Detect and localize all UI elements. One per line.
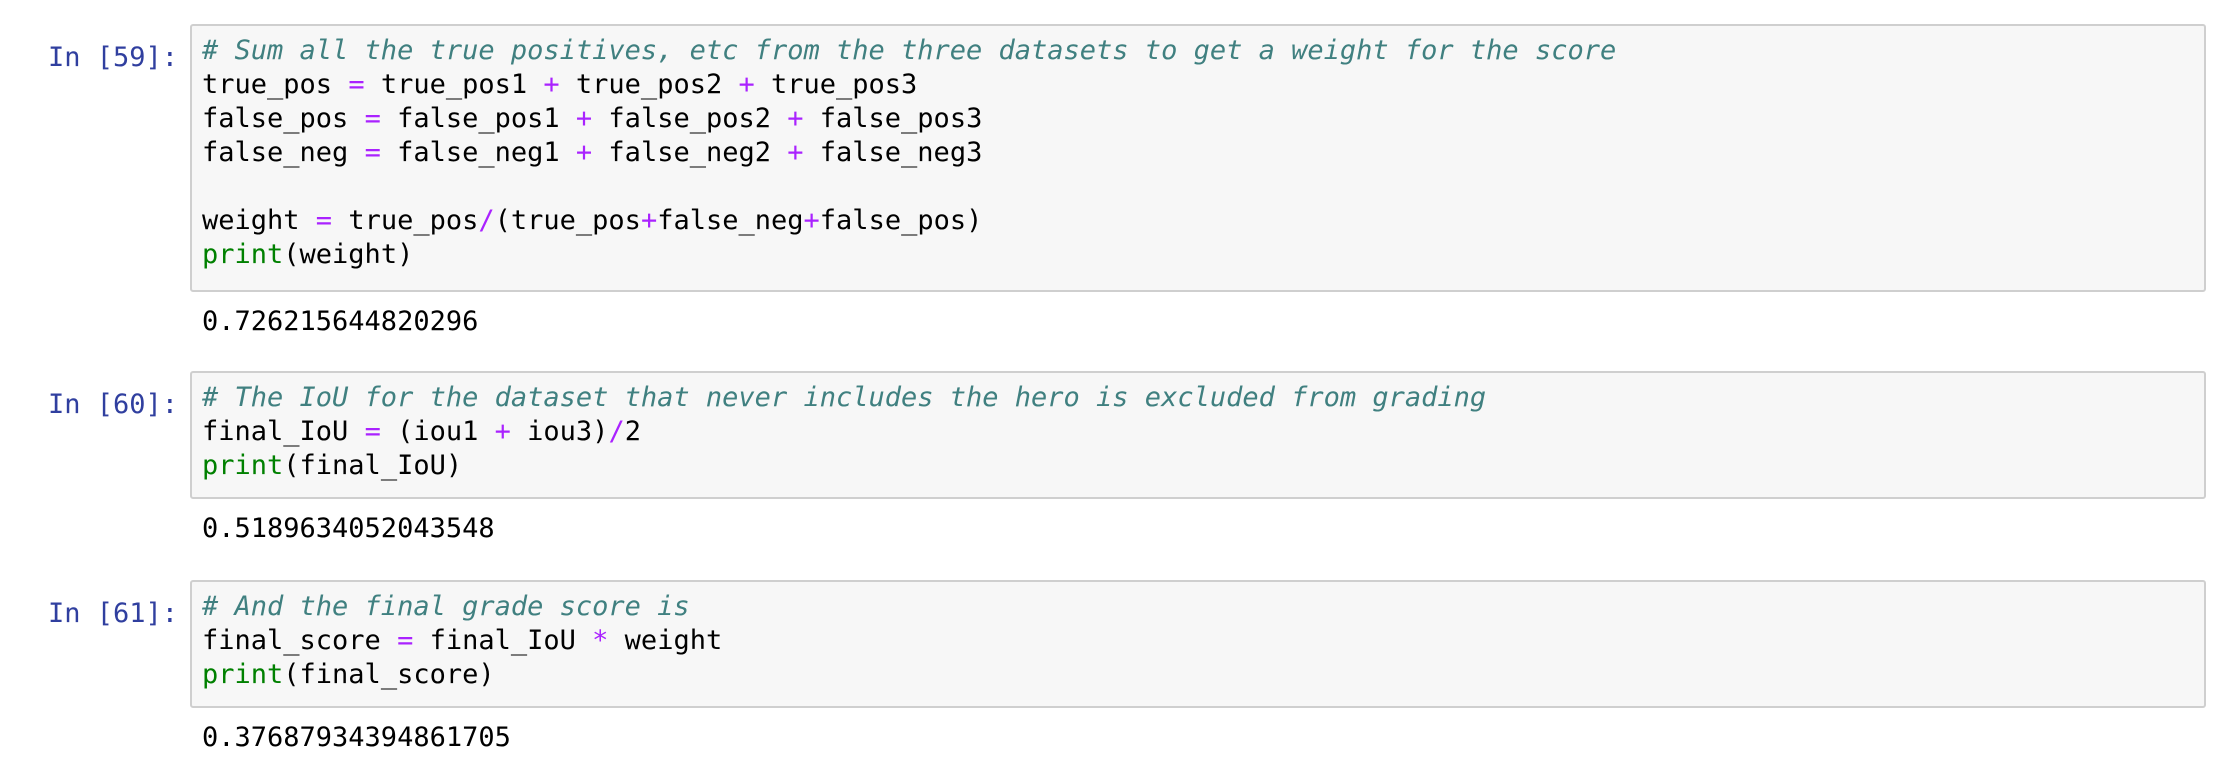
code-operator: = <box>364 416 381 447</box>
code-token: false_pos) <box>819 205 983 236</box>
code-operator: + <box>543 69 560 100</box>
input-prompt: In [60]: <box>47 389 178 420</box>
code-token: false_pos1 <box>380 103 576 134</box>
code-token: final_score <box>202 625 398 656</box>
code-input-area[interactable]: # Sum all the true positives, etc from t… <box>190 24 2206 292</box>
code-comment-line: # Sum all the true positives, etc from t… <box>202 34 2204 68</box>
cell-output: 0.5189634052043548 <box>202 513 495 544</box>
code-operator: + <box>640 205 658 236</box>
code-token: (final_IoU) <box>283 450 463 481</box>
code-token: true_pos <box>332 205 479 236</box>
input-prompt: In [59]: <box>47 42 178 73</box>
code-line: weight = true_pos/(true_pos+false_neg+fa… <box>202 204 2204 238</box>
code-token: true_pos2 <box>559 69 739 100</box>
code-token: false_neg2 <box>592 137 788 168</box>
code-operator: / <box>608 416 625 447</box>
code-token: (iou1 <box>380 416 495 447</box>
code-comment: # Sum all the true positives, etc from t… <box>202 35 1617 66</box>
code-operator: + <box>738 69 755 100</box>
code-operator: = <box>364 103 381 134</box>
code-line: print(final_score) <box>202 658 2204 692</box>
code-token: (weight) <box>283 239 414 270</box>
code-operator: + <box>787 137 804 168</box>
code-token: (final_score) <box>283 659 495 690</box>
code-line: false_neg = false_neg1 + false_neg2 + fa… <box>202 136 2204 170</box>
code-operator: * <box>592 625 609 656</box>
code-token: weight <box>608 625 723 656</box>
code-comment: # And the final grade score is <box>202 591 690 622</box>
code-token: false_neg <box>657 205 804 236</box>
code-input-area[interactable]: # And the final grade score is final_sco… <box>190 580 2206 708</box>
code-operator: + <box>787 103 804 134</box>
code-token: final_IoU <box>202 416 365 447</box>
code-operator: = <box>364 137 381 168</box>
code-line: final_IoU = (iou1 + iou3)/2 <box>202 415 2204 449</box>
code-token: false_neg <box>202 137 365 168</box>
cell-output: 0.37687934394861705 <box>202 722 511 753</box>
code-token: weight <box>202 205 316 236</box>
code-operator: = <box>397 625 414 656</box>
code-token: true_pos <box>202 69 349 100</box>
code-comment-line: # And the final grade score is <box>202 590 2204 624</box>
code-operator: + <box>803 205 820 236</box>
code-comment-line: # The IoU for the dataset that never inc… <box>202 381 2204 415</box>
code-token: (true_pos <box>494 205 641 236</box>
code-input-area[interactable]: # The IoU for the dataset that never inc… <box>190 371 2206 499</box>
code-operator: = <box>348 69 365 100</box>
code-token: false_neg1 <box>380 137 576 168</box>
code-operator: / <box>478 205 495 236</box>
code-token: true_pos3 <box>754 69 918 100</box>
code-token: iou3) <box>510 416 609 447</box>
code-line: final_score = final_IoU * weight <box>202 624 2204 658</box>
code-line: print(final_IoU) <box>202 449 2204 483</box>
code-operator: = <box>315 205 333 236</box>
code-operator: + <box>575 103 593 134</box>
code-token: 2 <box>624 416 641 447</box>
code-token: final_IoU <box>413 625 593 656</box>
code-token: false_pos2 <box>592 103 788 134</box>
code-token: false_pos3 <box>803 103 983 134</box>
code-builtin: print <box>202 239 284 270</box>
code-comment: # The IoU for the dataset that never inc… <box>202 382 1487 413</box>
input-prompt: In [61]: <box>47 598 178 629</box>
code-builtin: print <box>202 659 284 690</box>
code-line: true_pos = true_pos1 + true_pos2 + true_… <box>202 68 2204 102</box>
code-operator: + <box>494 416 511 447</box>
code-token: false_neg3 <box>803 137 983 168</box>
code-token: true_pos1 <box>364 69 544 100</box>
code-line: false_pos = false_pos1 + false_pos2 + fa… <box>202 102 2204 136</box>
code-token: false_pos <box>202 103 365 134</box>
code-line: print(weight) <box>202 238 2204 272</box>
cell-output: 0.726215644820296 <box>202 306 479 337</box>
code-builtin: print <box>202 450 284 481</box>
code-operator: + <box>575 137 593 168</box>
